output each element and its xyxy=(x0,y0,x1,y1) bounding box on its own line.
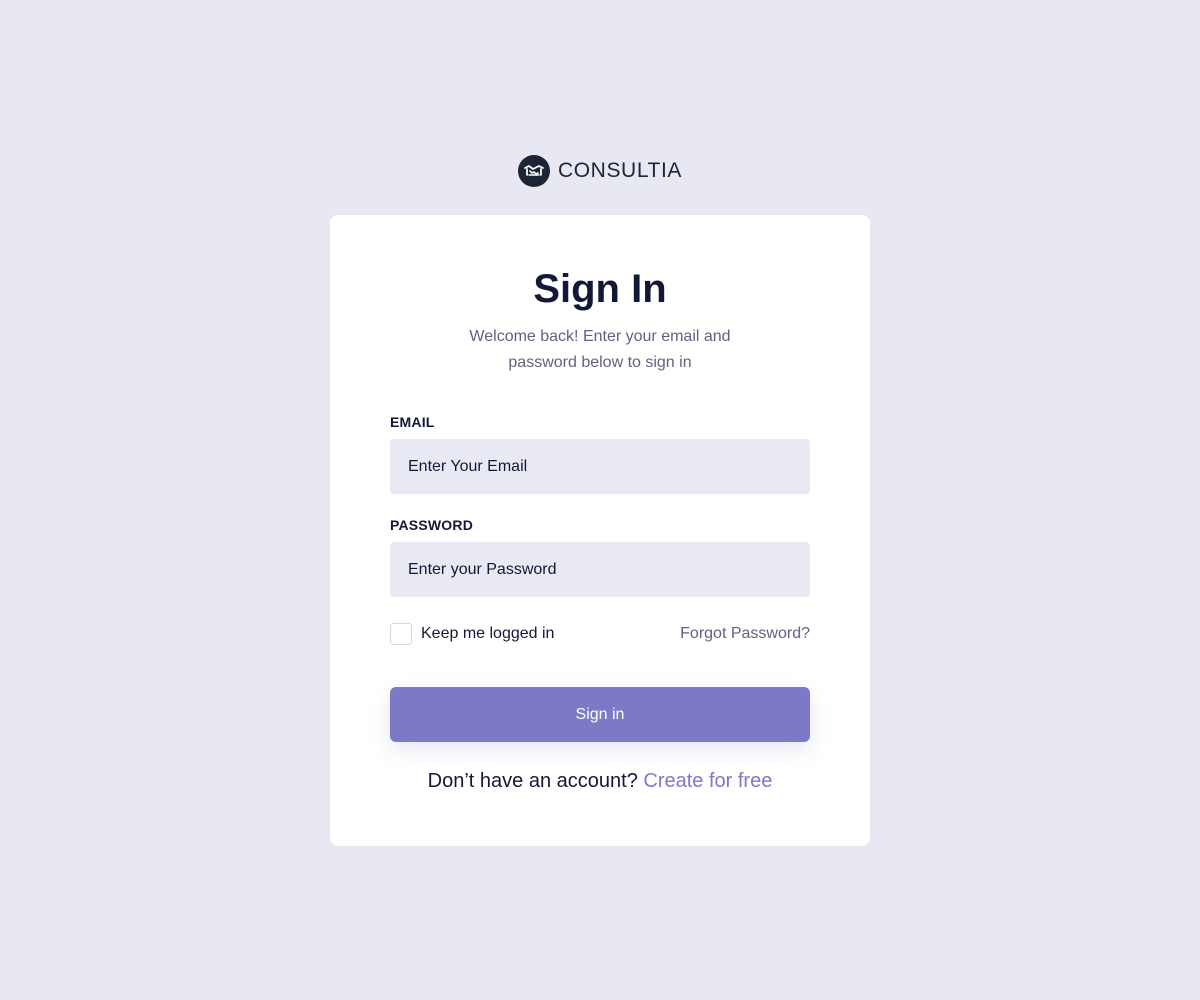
signin-subtitle: Welcome back! Enter your email and passw… xyxy=(390,324,810,376)
no-account-text: Don’t have an account? xyxy=(427,770,644,792)
forgot-password-link[interactable]: Forgot Password? xyxy=(680,625,810,643)
signin-button[interactable]: Sign in xyxy=(390,687,810,742)
subtitle-line-1: Welcome back! Enter your email and xyxy=(469,328,731,345)
signin-options-row: Keep me logged in Forgot Password? xyxy=(390,622,810,646)
remember-me-label[interactable]: Keep me logged in xyxy=(421,625,554,643)
remember-me-checkbox[interactable] xyxy=(390,623,412,645)
email-field[interactable] xyxy=(390,439,810,494)
page-title: Sign In xyxy=(533,267,667,311)
signin-card: Sign In Welcome back! Enter your email a… xyxy=(330,215,870,846)
create-account-link[interactable]: Create for free xyxy=(643,770,772,792)
brand-name: CONSULTIA xyxy=(557,159,683,182)
remember-me[interactable]: Keep me logged in xyxy=(390,623,554,645)
password-field[interactable] xyxy=(390,542,810,597)
email-label: EMAIL xyxy=(390,414,435,430)
subtitle-line-2: password below to sign in xyxy=(508,354,692,371)
password-label: PASSWORD xyxy=(390,517,474,533)
handshake-icon xyxy=(517,155,550,187)
brand-header: CONSULTIA xyxy=(0,155,1200,187)
signup-prompt: Don’t have an account? Create for free xyxy=(330,770,870,793)
